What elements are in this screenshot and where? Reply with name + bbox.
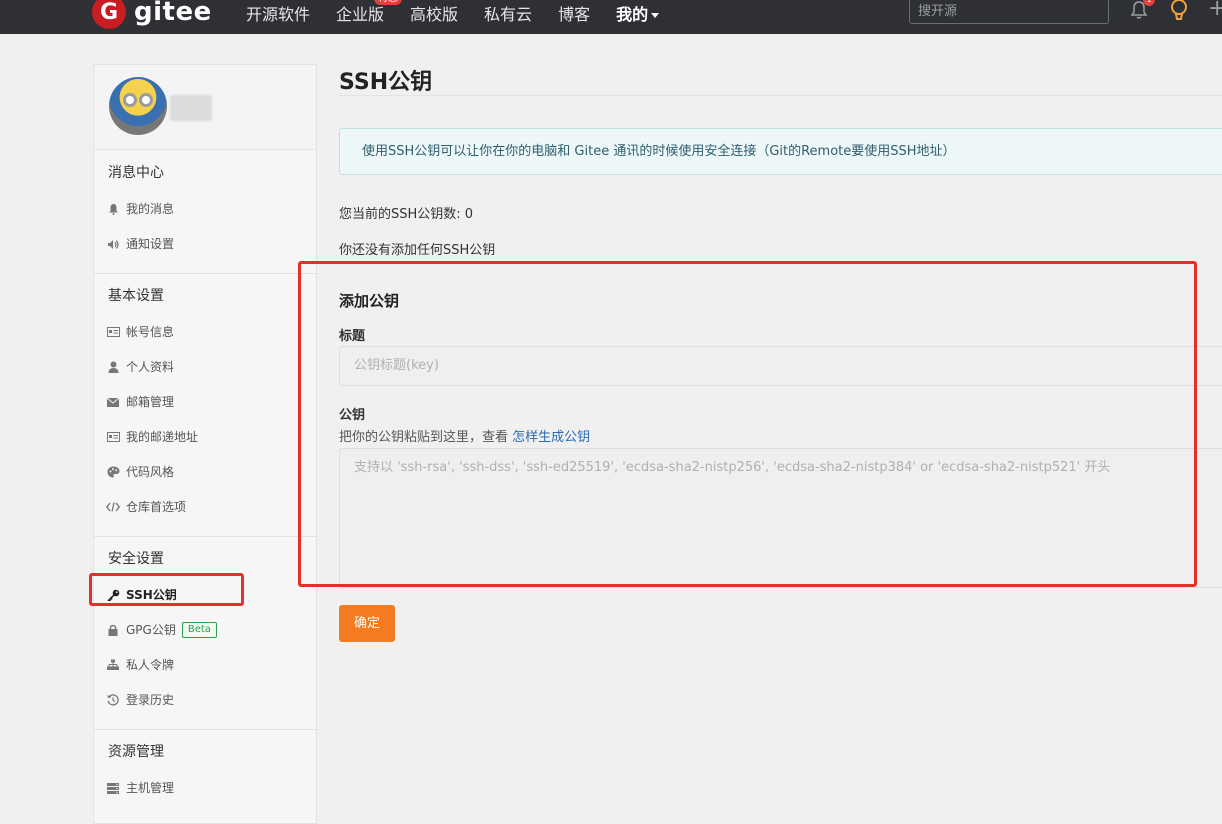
create-plus-icon[interactable]: + xyxy=(1208,0,1222,21)
ssh-info-alert: 使用SSH公钥可以让你在你的电脑和 Gitee 通讯的时候使用安全连接（Git的… xyxy=(339,128,1222,175)
envelope-icon xyxy=(106,395,120,409)
avatar-eye-right xyxy=(139,93,153,107)
lightbulb-icon[interactable] xyxy=(1170,0,1188,22)
nav-open-source[interactable]: 开源软件 xyxy=(246,1,310,25)
section-message-center: 消息中心 xyxy=(108,165,164,181)
gitee-logo-icon: G xyxy=(92,0,126,29)
nav-mine-label: 我的 xyxy=(616,5,649,24)
sidebar-item-label: 代码风格 xyxy=(126,465,175,479)
sidebar-item-label: 仓库首选项 xyxy=(126,500,187,514)
profile-card xyxy=(94,65,316,150)
annotation-box-ssh-menu xyxy=(89,573,244,606)
section-resource-management: 资源管理 xyxy=(108,744,164,760)
server-icon xyxy=(106,781,120,795)
sidebar-item-label: 私人令牌 xyxy=(126,658,175,672)
settings-sidebar: 消息中心 我的消息 通知设置 基本设置 帐号信息 个人资料 邮箱管理 我的邮递地… xyxy=(93,64,317,824)
section-basic-settings: 基本设置 xyxy=(108,288,164,304)
nav-education[interactable]: 高校版 xyxy=(410,1,458,25)
beta-badge: Beta xyxy=(181,622,217,638)
sidebar-item-label: 我的邮递地址 xyxy=(126,430,199,444)
sidebar-item-notification-settings[interactable]: 通知设置 xyxy=(106,234,174,254)
bell-icon xyxy=(106,202,120,216)
no-keys-message: 你还没有添加任何SSH公钥 xyxy=(339,243,496,258)
sidebar-item-account-info[interactable]: 帐号信息 xyxy=(106,322,174,342)
lock-icon xyxy=(106,623,120,637)
history-icon xyxy=(106,693,120,707)
sidebar-item-private-tokens[interactable]: 私人令牌 xyxy=(106,655,174,675)
nav-enterprise[interactable]: 企业版 特惠 xyxy=(336,0,403,25)
search-input[interactable]: 搜开源 xyxy=(909,0,1109,24)
gitee-logo[interactable]: G gitee xyxy=(92,0,212,32)
sidebar-item-label: 个人资料 xyxy=(126,360,175,374)
main-nav: 开源软件 企业版 特惠 高校版 私有云 博客 我的 xyxy=(246,0,685,26)
confirm-button[interactable]: 确定 xyxy=(339,605,395,642)
title-divider xyxy=(339,95,1222,96)
top-nav-bar: G gitee 开源软件 企业版 特惠 高校版 私有云 博客 我的 搜开源 1 … xyxy=(0,0,1222,34)
chevron-down-icon xyxy=(651,13,660,18)
sidebar-item-label: 登录历史 xyxy=(126,693,175,707)
sidebar-item-my-messages[interactable]: 我的消息 xyxy=(106,199,174,219)
sidebar-item-gpg-keys[interactable]: GPG公钥 Beta xyxy=(106,620,217,640)
sidebar-item-label: GPG公钥 xyxy=(126,623,176,637)
sidebar-item-label: 我的消息 xyxy=(126,202,175,216)
avatar-eye-left xyxy=(123,93,137,107)
sidebar-divider xyxy=(94,273,316,274)
sidebar-item-label: 帐号信息 xyxy=(126,325,175,339)
user-icon xyxy=(106,360,120,374)
annotation-box-add-key xyxy=(298,261,1197,587)
nav-blog[interactable]: 博客 xyxy=(558,1,590,25)
sidebar-item-label: 主机管理 xyxy=(126,781,175,795)
address-card-icon xyxy=(106,430,120,444)
id-card-icon xyxy=(106,325,120,339)
avatar[interactable] xyxy=(109,77,167,135)
nav-mine[interactable]: 我的 xyxy=(616,1,660,25)
username-blurred xyxy=(170,95,212,121)
sidebar-item-profile[interactable]: 个人资料 xyxy=(106,357,174,377)
sidebar-divider xyxy=(94,536,316,537)
sidebar-item-repo-preferences[interactable]: 仓库首选项 xyxy=(106,497,186,517)
palette-icon xyxy=(106,465,120,479)
ssh-key-count: 您当前的SSH公钥数: 0 xyxy=(339,207,474,222)
page-title: SSH公钥 xyxy=(339,70,433,95)
sidebar-item-login-history[interactable]: 登录历史 xyxy=(106,690,174,710)
sidebar-item-mailing-address[interactable]: 我的邮递地址 xyxy=(106,427,198,447)
speaker-icon xyxy=(106,237,120,251)
sidebar-item-label: 邮箱管理 xyxy=(126,395,175,409)
code-icon xyxy=(106,500,120,514)
gitee-logo-text: gitee xyxy=(134,0,212,27)
promo-badge: 特惠 xyxy=(374,0,403,5)
nav-enterprise-label: 企业版 xyxy=(336,5,385,24)
sidebar-item-host-management[interactable]: 主机管理 xyxy=(106,778,174,798)
nav-private-cloud[interactable]: 私有云 xyxy=(484,1,532,25)
section-security-settings: 安全设置 xyxy=(108,551,164,567)
sidebar-item-label: 通知设置 xyxy=(126,237,175,251)
sidebar-item-email[interactable]: 邮箱管理 xyxy=(106,392,174,412)
sitemap-icon xyxy=(106,658,120,672)
sidebar-divider xyxy=(94,729,316,730)
sidebar-item-code-style[interactable]: 代码风格 xyxy=(106,462,174,482)
